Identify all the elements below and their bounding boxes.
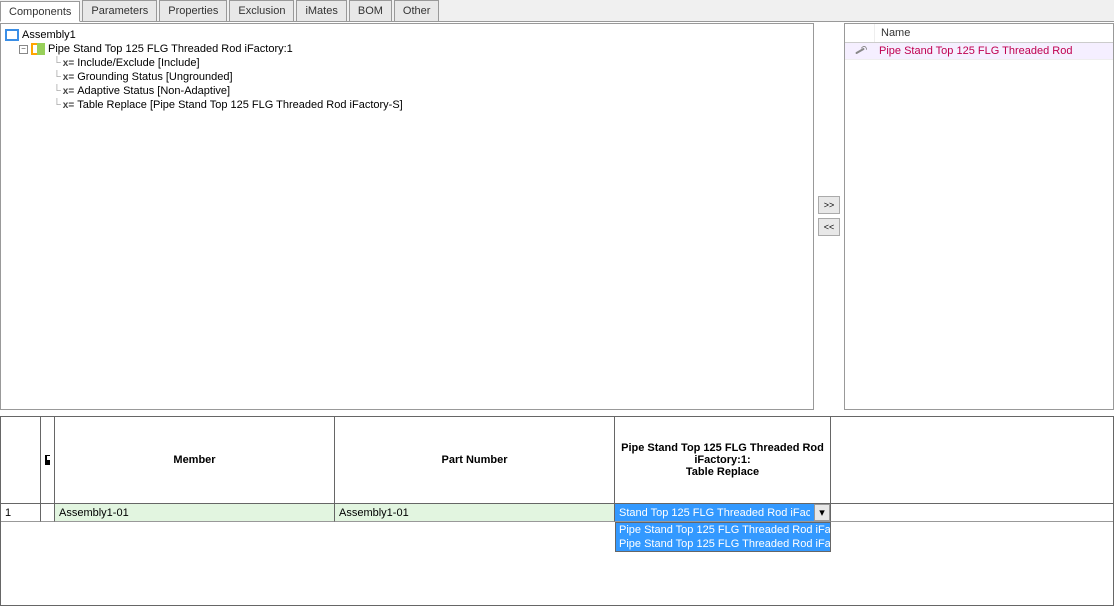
- tree-param-include[interactable]: └ x= Include/Exclude [Include]: [5, 56, 809, 70]
- combo-dropdown-button[interactable]: ▾: [814, 504, 830, 521]
- members-table: Member Part Number Pipe Stand Top 125 FL…: [0, 416, 1114, 606]
- save-icon: [45, 455, 50, 465]
- param-icon: x=: [63, 86, 74, 97]
- cell-index: 1: [1, 504, 41, 522]
- tree-param-adaptive[interactable]: └ x= Adaptive Status [Non-Adaptive]: [5, 84, 809, 98]
- header-member[interactable]: Member: [55, 417, 335, 503]
- tree-param-label: Grounding Status [Ungrounded]: [77, 71, 232, 83]
- header-empty: [831, 417, 1113, 503]
- name-row[interactable]: Pipe Stand Top 125 FLG Threaded Rod: [845, 43, 1113, 60]
- dropdown-option[interactable]: Pipe Stand Top 125 FLG Threaded Rod iFac…: [616, 523, 830, 537]
- name-panel: Name Pipe Stand Top 125 FLG Threaded Rod: [844, 23, 1114, 410]
- tree-root-assembly[interactable]: Assembly1: [5, 28, 809, 42]
- cell-tablereplace[interactable]: ▾ Pipe Stand Top 125 FLG Threaded Rod iF…: [615, 504, 831, 522]
- tree-child-part[interactable]: − Pipe Stand Top 125 FLG Threaded Rod iF…: [5, 42, 809, 56]
- tree-child-label: Pipe Stand Top 125 FLG Threaded Rod iFac…: [48, 43, 293, 55]
- cell-save: [41, 504, 55, 522]
- tablereplace-combo-input[interactable]: [615, 504, 814, 521]
- combo-dropdown-list[interactable]: Pipe Stand Top 125 FLG Threaded Rod iFac…: [615, 522, 831, 552]
- tree-param-label: Include/Exclude [Include]: [77, 57, 199, 69]
- tree-param-label: Adaptive Status [Non-Adaptive]: [77, 85, 230, 97]
- component-tree[interactable]: Assembly1 − Pipe Stand Top 125 FLG Threa…: [0, 23, 814, 410]
- tree-param-label: Table Replace [Pipe Stand Top 125 FLG Th…: [77, 99, 403, 111]
- header-save[interactable]: [41, 417, 55, 503]
- param-icon: x=: [63, 100, 74, 111]
- header-tablereplace[interactable]: Pipe Stand Top 125 FLG Threaded Rod iFac…: [615, 417, 831, 503]
- name-row-text: Pipe Stand Top 125 FLG Threaded Rod: [875, 43, 1076, 59]
- header-partnumber[interactable]: Part Number: [335, 417, 615, 503]
- tree-root-label: Assembly1: [22, 29, 76, 41]
- tab-properties[interactable]: Properties: [159, 0, 227, 21]
- name-header-label: Name: [875, 24, 916, 42]
- name-header-spacer: [845, 24, 875, 42]
- chevron-down-icon: ▾: [819, 506, 825, 519]
- part-icon: [31, 43, 45, 55]
- collapse-icon[interactable]: −: [19, 45, 28, 54]
- header-index: [1, 417, 41, 503]
- wrench-icon: [854, 45, 866, 57]
- cell-empty: [831, 504, 1113, 522]
- cell-partnumber[interactable]: Assembly1-01: [335, 504, 615, 522]
- tree-param-tablereplace[interactable]: └ x= Table Replace [Pipe Stand Top 125 F…: [5, 98, 809, 112]
- tab-other[interactable]: Other: [394, 0, 440, 21]
- assembly-icon: [5, 29, 19, 41]
- transfer-buttons: >> <<: [814, 22, 844, 410]
- cell-member[interactable]: Assembly1-01: [55, 504, 335, 522]
- tab-components[interactable]: Components: [0, 1, 80, 22]
- tab-bar: Components Parameters Properties Exclusi…: [0, 0, 1114, 22]
- dropdown-option[interactable]: Pipe Stand Top 125 FLG Threaded Rod iFac…: [616, 537, 830, 551]
- tree-param-grounding[interactable]: └ x= Grounding Status [Ungrounded]: [5, 70, 809, 84]
- table-row[interactable]: 1 Assembly1-01 Assembly1-01 ▾ Pipe Stand…: [1, 504, 1113, 522]
- remove-button[interactable]: <<: [818, 218, 840, 236]
- param-icon: x=: [63, 58, 74, 69]
- tab-parameters[interactable]: Parameters: [82, 0, 157, 21]
- add-button[interactable]: >>: [818, 196, 840, 214]
- tab-exclusion[interactable]: Exclusion: [229, 0, 294, 21]
- tab-bom[interactable]: BOM: [349, 0, 392, 21]
- param-icon: x=: [63, 72, 74, 83]
- tab-imates[interactable]: iMates: [296, 0, 346, 21]
